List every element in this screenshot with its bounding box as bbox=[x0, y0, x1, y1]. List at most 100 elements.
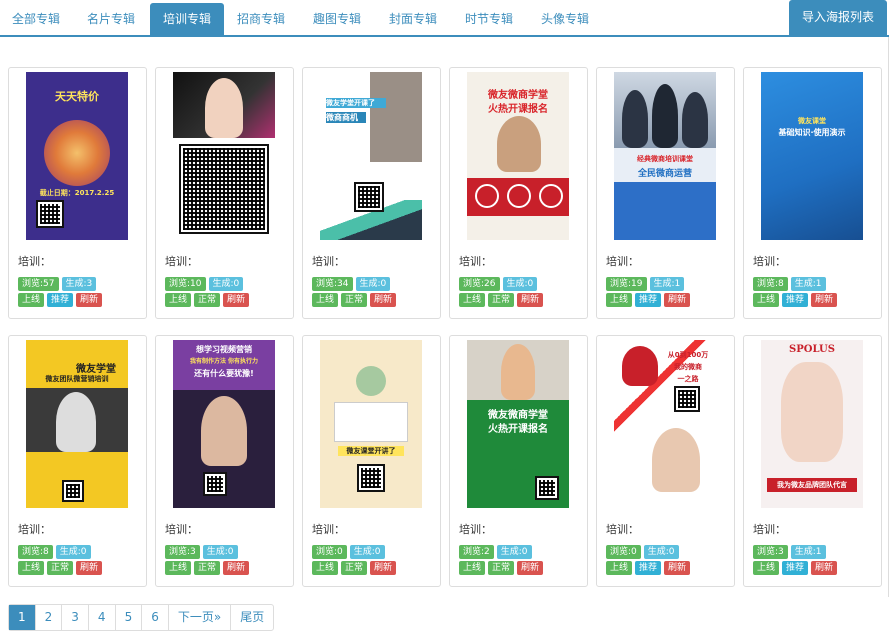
tab-all-albums[interactable]: 全部专辑 bbox=[5, 3, 67, 35]
online-button[interactable]: 上线 bbox=[312, 561, 339, 575]
refresh-button[interactable]: 刷新 bbox=[370, 293, 397, 307]
refresh-button[interactable]: 刷新 bbox=[223, 561, 250, 575]
poster-image[interactable]: 微友课堂 基础知识·使用演示 bbox=[761, 72, 863, 240]
poster-image[interactable]: 微友学堂 微友团队微营销培训 bbox=[26, 340, 128, 508]
person-figure bbox=[682, 92, 708, 148]
recommend-button[interactable]: 推荐 bbox=[782, 561, 809, 575]
refresh-button[interactable]: 刷新 bbox=[76, 561, 103, 575]
poster-title: 我为微友品牌团队代言 bbox=[767, 478, 857, 492]
tab-investment-albums[interactable]: 招商专辑 bbox=[230, 3, 292, 35]
circle-icon bbox=[539, 184, 563, 208]
recommend-button[interactable]: 推荐 bbox=[635, 293, 662, 307]
tab-training-albums[interactable]: 培训专辑 bbox=[150, 3, 224, 35]
poster-image[interactable]: 经典微商培训课堂 全民微商运营 bbox=[614, 72, 716, 240]
generated-badge: 生成:0 bbox=[355, 277, 391, 291]
recommend-button[interactable]: 推荐 bbox=[782, 293, 809, 307]
woman-portrait bbox=[205, 78, 243, 138]
generated-badge: 生成:1 bbox=[649, 277, 685, 291]
normal-button[interactable]: 正常 bbox=[341, 293, 368, 307]
woman-photo bbox=[370, 72, 422, 162]
online-button[interactable]: 上线 bbox=[459, 293, 486, 307]
page-5-button[interactable]: 5 bbox=[116, 605, 143, 630]
page-6-button[interactable]: 6 bbox=[142, 605, 169, 630]
online-button[interactable]: 上线 bbox=[18, 293, 45, 307]
refresh-button[interactable]: 刷新 bbox=[517, 293, 544, 307]
tab-avatar-albums[interactable]: 头像专辑 bbox=[534, 3, 596, 35]
views-badge: 浏览:0 bbox=[312, 545, 347, 559]
online-button[interactable]: 上线 bbox=[165, 561, 192, 575]
refresh-button[interactable]: 刷新 bbox=[811, 293, 838, 307]
recommend-button[interactable]: 推荐 bbox=[635, 561, 662, 575]
man-in-suit bbox=[201, 396, 247, 466]
tab-cover-albums[interactable]: 封面专辑 bbox=[382, 3, 444, 35]
poster-image[interactable]: 微友微商学堂 火热开课报名 bbox=[467, 340, 569, 508]
page-2-button[interactable]: 2 bbox=[36, 605, 63, 630]
views-badge: 浏览:3 bbox=[165, 545, 200, 559]
poster-title: 天天特价 bbox=[55, 90, 99, 103]
normal-button[interactable]: 正常 bbox=[194, 561, 221, 575]
poster-image[interactable]: 微友学堂开课了 微商商机 bbox=[320, 72, 422, 240]
poster-image[interactable] bbox=[173, 72, 275, 240]
last-page-button[interactable]: 尾页 bbox=[231, 605, 273, 630]
man-with-glasses bbox=[56, 392, 96, 452]
poster-image[interactable]: 想学习视频营销 我有制作方法 你有执行力 还有什么要犹豫! bbox=[173, 340, 275, 508]
poster-title: 微友微商学堂 bbox=[488, 410, 548, 421]
poster-subtitle: 火热开课报名 bbox=[488, 424, 548, 435]
recommend-button[interactable]: 推荐 bbox=[47, 293, 74, 307]
poster-image[interactable]: 天天特价 截止日期：2017.2.25 bbox=[26, 72, 128, 240]
generated-badge: 生成:0 bbox=[208, 277, 244, 291]
refresh-button[interactable]: 刷新 bbox=[223, 293, 250, 307]
views-badge: 浏览:0 bbox=[606, 545, 641, 559]
normal-button[interactable]: 正常 bbox=[488, 293, 515, 307]
page-3-button[interactable]: 3 bbox=[62, 605, 89, 630]
refresh-button[interactable]: 刷新 bbox=[664, 561, 691, 575]
generated-badge: 生成:0 bbox=[202, 545, 238, 559]
poster-image[interactable]: 从0到100万 我的微商 一之路 bbox=[614, 340, 716, 508]
refresh-button[interactable]: 刷新 bbox=[370, 561, 397, 575]
card-label: 培训： bbox=[753, 523, 786, 536]
normal-button[interactable]: 正常 bbox=[47, 561, 74, 575]
card-label: 培训： bbox=[753, 255, 786, 268]
qr-code bbox=[179, 144, 269, 234]
poster-card: 培训： 浏览:10 生成:0 上线 正常 刷新 bbox=[155, 67, 294, 319]
poster-image[interactable]: 微友课堂开讲了 bbox=[320, 340, 422, 508]
tab-business-card-albums[interactable]: 名片专辑 bbox=[80, 3, 142, 35]
pagination: 1 2 3 4 5 6 下一页» 尾页 bbox=[8, 604, 275, 631]
online-button[interactable]: 上线 bbox=[18, 561, 45, 575]
page-4-button[interactable]: 4 bbox=[89, 605, 116, 630]
page-1-button[interactable]: 1 bbox=[9, 605, 36, 630]
refresh-button[interactable]: 刷新 bbox=[76, 293, 103, 307]
online-button[interactable]: 上线 bbox=[606, 293, 633, 307]
online-button[interactable]: 上线 bbox=[753, 561, 780, 575]
views-badge: 浏览:8 bbox=[18, 545, 53, 559]
food-plate-image bbox=[44, 120, 110, 186]
poster-card: 经典微商培训课堂 全民微商运营 培训： 浏览:19 生成:1 上线 推荐 刷新 bbox=[596, 67, 735, 319]
poster-image[interactable]: SPOLUS 我为微友品牌团队代言 bbox=[761, 340, 863, 508]
online-button[interactable]: 上线 bbox=[165, 293, 192, 307]
woman-portrait bbox=[501, 344, 535, 400]
views-badge: 浏览:2 bbox=[459, 545, 494, 559]
tab-fun-image-albums[interactable]: 趣图专辑 bbox=[306, 3, 368, 35]
online-button[interactable]: 上线 bbox=[606, 561, 633, 575]
views-badge: 浏览:3 bbox=[753, 545, 788, 559]
import-poster-list-button[interactable]: 导入海报列表 bbox=[789, 0, 887, 35]
views-badge: 浏览:8 bbox=[753, 277, 788, 291]
online-button[interactable]: 上线 bbox=[753, 293, 780, 307]
person-figure bbox=[622, 90, 648, 148]
online-button[interactable]: 上线 bbox=[459, 561, 486, 575]
online-button[interactable]: 上线 bbox=[312, 293, 339, 307]
refresh-button[interactable]: 刷新 bbox=[811, 561, 838, 575]
views-badge: 浏览:19 bbox=[606, 277, 647, 291]
blue-info-block bbox=[614, 182, 716, 240]
normal-button[interactable]: 正常 bbox=[488, 561, 515, 575]
normal-button[interactable]: 正常 bbox=[194, 293, 221, 307]
refresh-button[interactable]: 刷新 bbox=[664, 293, 691, 307]
tab-season-albums[interactable]: 时节专辑 bbox=[458, 3, 520, 35]
refresh-button[interactable]: 刷新 bbox=[517, 561, 544, 575]
poster-image[interactable]: 微友微商学堂 火热开课报名 bbox=[467, 72, 569, 240]
next-page-button[interactable]: 下一页» bbox=[169, 605, 232, 630]
views-badge: 浏览:57 bbox=[18, 277, 59, 291]
card-label: 培训： bbox=[165, 255, 198, 268]
normal-button[interactable]: 正常 bbox=[341, 561, 368, 575]
generated-badge: 生成:1 bbox=[790, 277, 826, 291]
